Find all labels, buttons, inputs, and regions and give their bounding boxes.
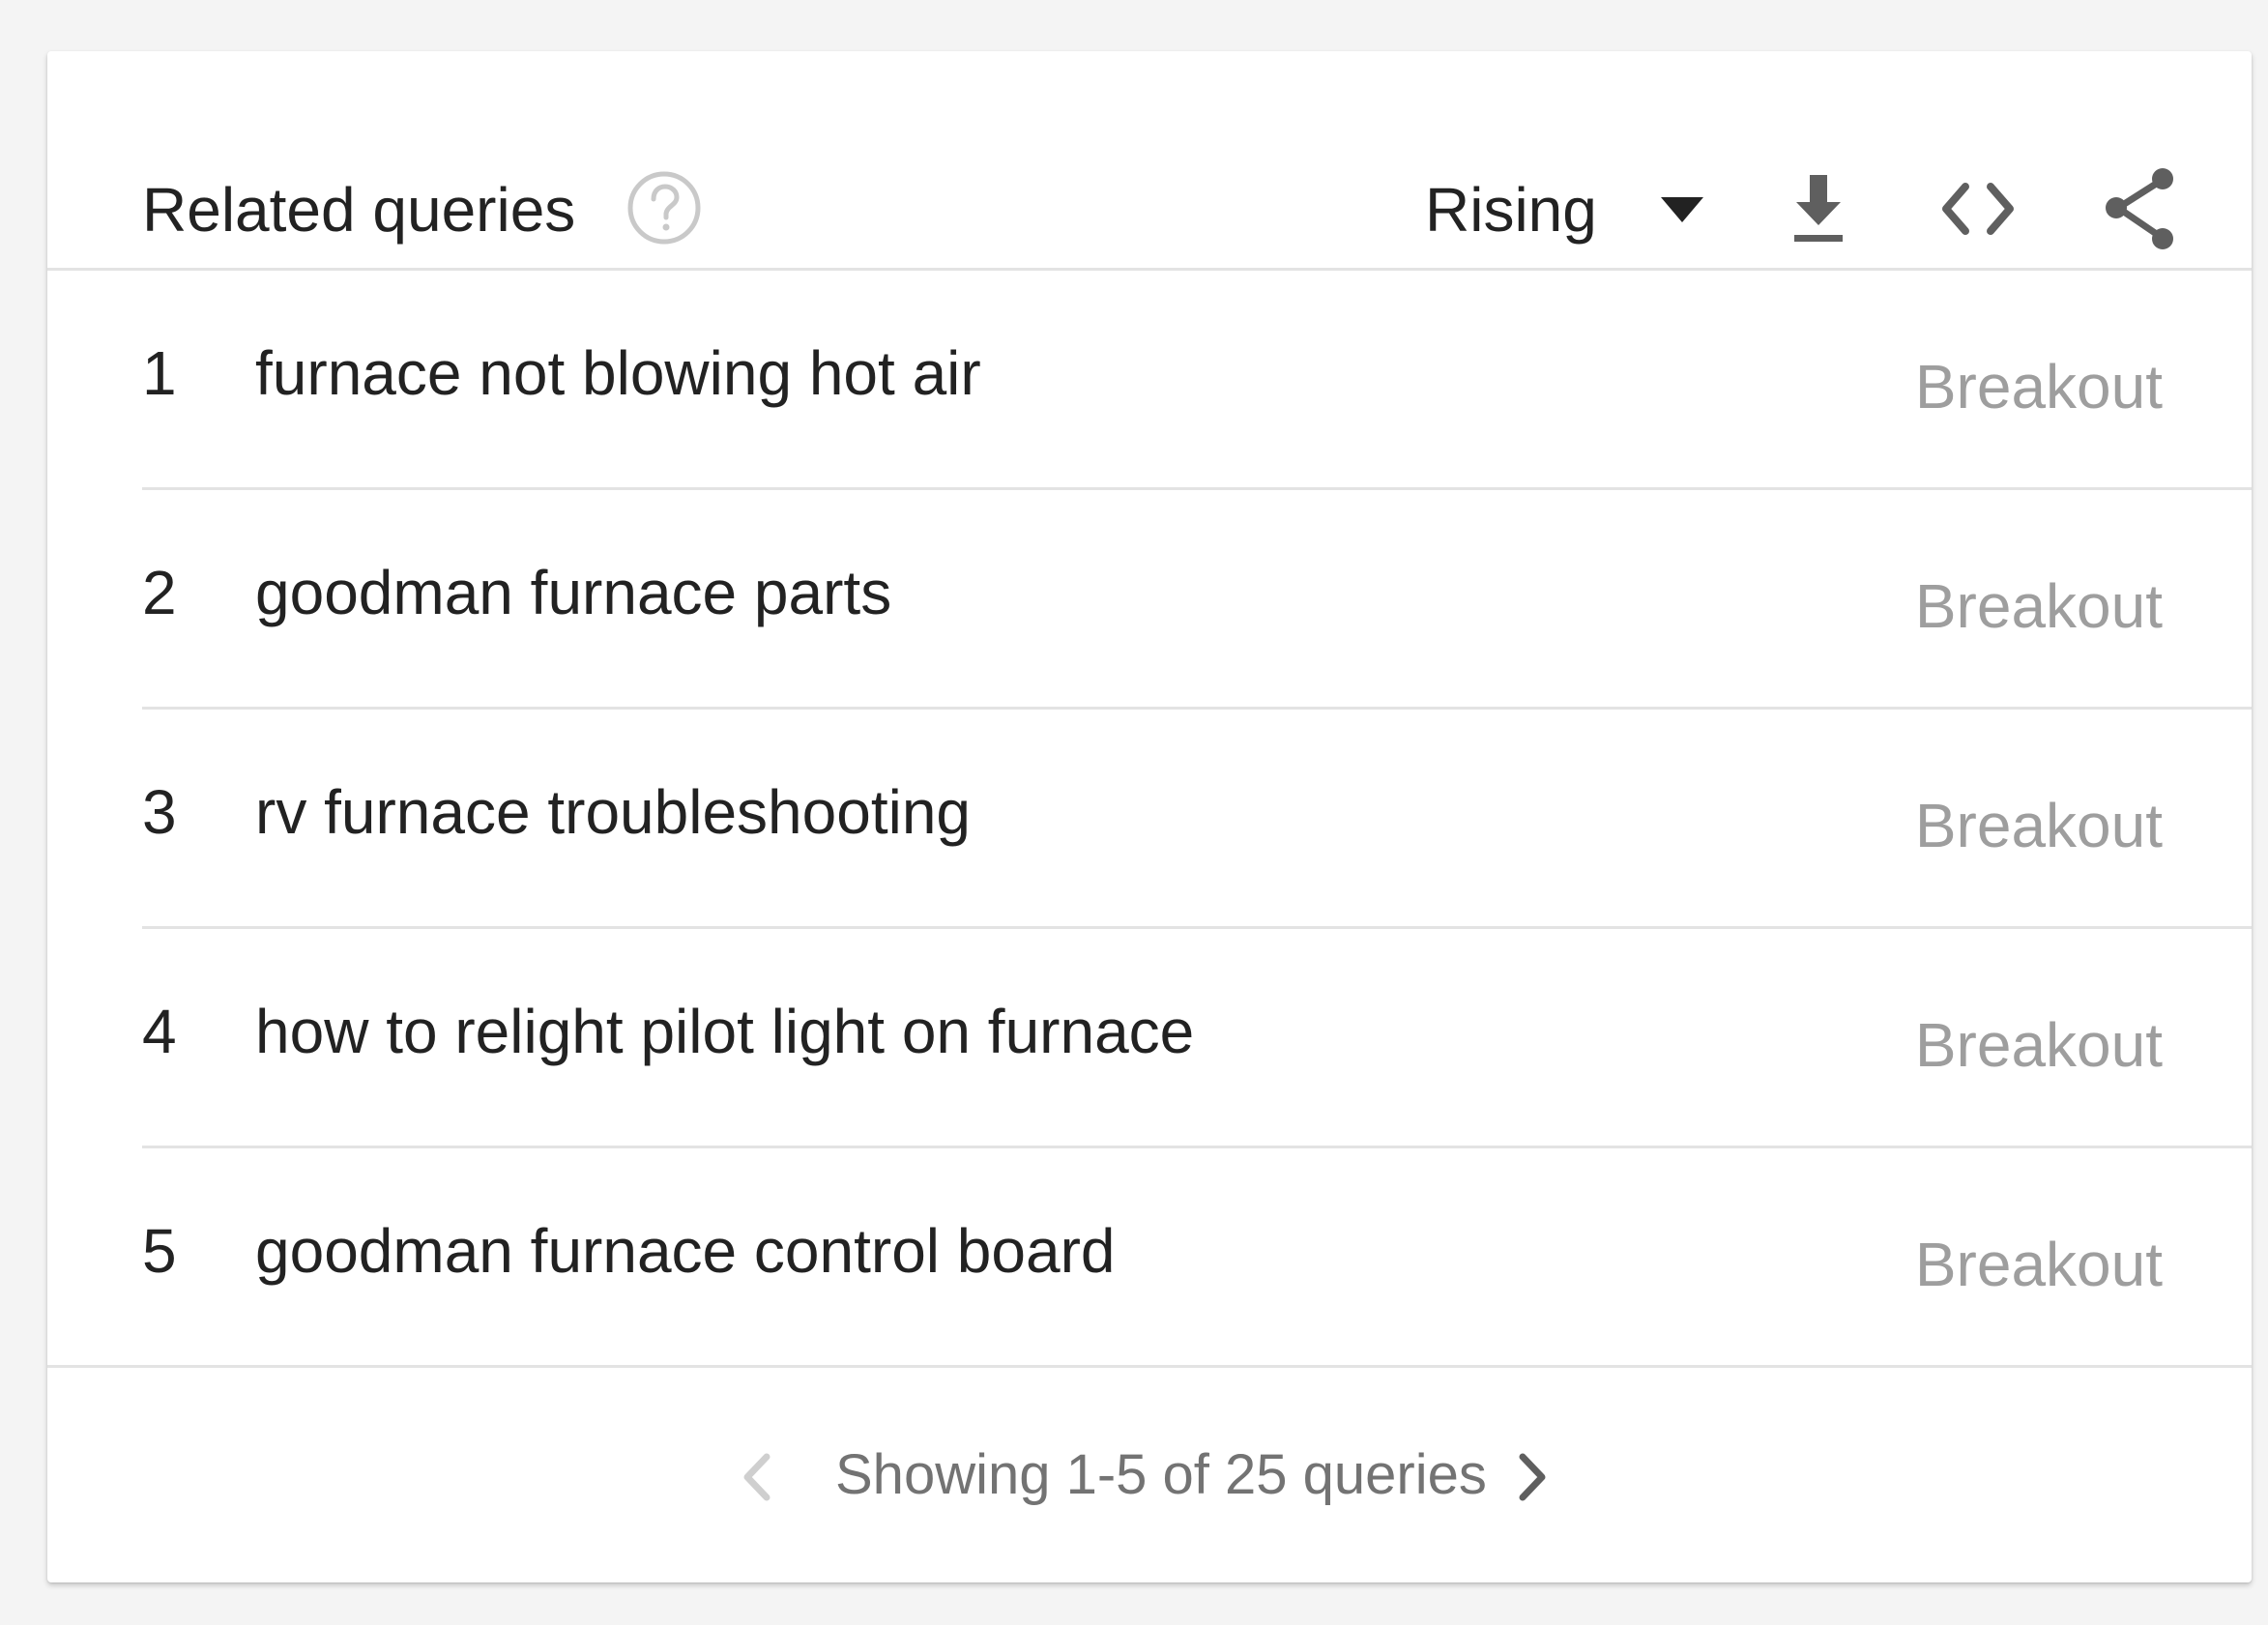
query-link[interactable]: furnace not blowing hot air — [255, 334, 981, 412]
list-item[interactable]: 1 furnace not blowing hot air Breakout — [47, 271, 2252, 490]
share-icon[interactable] — [2097, 165, 2184, 252]
pagination-status: Showing 1-5 of 25 queries — [835, 1443, 1487, 1506]
metric-dropdown[interactable]: Rising — [1425, 158, 1703, 262]
row-rank: 3 — [142, 777, 177, 847]
row-rank: 5 — [142, 1216, 177, 1286]
list-item[interactable]: 3 rv furnace troubleshooting Breakout — [47, 710, 2252, 929]
list-item[interactable]: 4 how to relight pilot light on furnace … — [47, 929, 2252, 1148]
list-item[interactable]: 5 goodman furnace control board Breakout — [47, 1148, 2252, 1368]
chevron-left-icon[interactable] — [724, 1443, 792, 1511]
download-icon[interactable] — [1775, 165, 1862, 252]
chevron-right-icon[interactable] — [1497, 1443, 1565, 1511]
row-value: Breakout — [1914, 571, 2163, 641]
list-item[interactable]: 2 goodman furnace parts Breakout — [47, 490, 2252, 710]
pagination-footer: Showing 1-5 of 25 queries — [47, 1371, 2252, 1582]
card-header: Related queries Rising — [47, 51, 2252, 271]
embed-code-icon[interactable] — [1934, 165, 2021, 252]
dropdown-caret-icon — [1660, 197, 1703, 222]
query-link[interactable]: goodman furnace parts — [255, 554, 891, 631]
row-value: Breakout — [1914, 1010, 2163, 1080]
row-rank: 4 — [142, 997, 177, 1066]
help-circle-icon[interactable] — [625, 169, 703, 247]
row-value: Breakout — [1914, 352, 2163, 421]
card-title: Related queries — [142, 175, 576, 245]
query-link[interactable]: how to relight pilot light on furnace — [255, 993, 1194, 1070]
query-link[interactable]: rv furnace troubleshooting — [255, 773, 971, 851]
metric-dropdown-label: Rising — [1425, 175, 1597, 245]
query-link[interactable]: goodman furnace control board — [255, 1212, 1115, 1290]
row-rank: 2 — [142, 558, 177, 627]
queries-list: 1 furnace not blowing hot air Breakout 2… — [47, 271, 2252, 1368]
related-queries-card: Related queries Rising 1 furnace not blo… — [47, 51, 2252, 1582]
row-rank: 1 — [142, 338, 177, 408]
row-value: Breakout — [1914, 1230, 2163, 1299]
row-value: Breakout — [1914, 791, 2163, 860]
